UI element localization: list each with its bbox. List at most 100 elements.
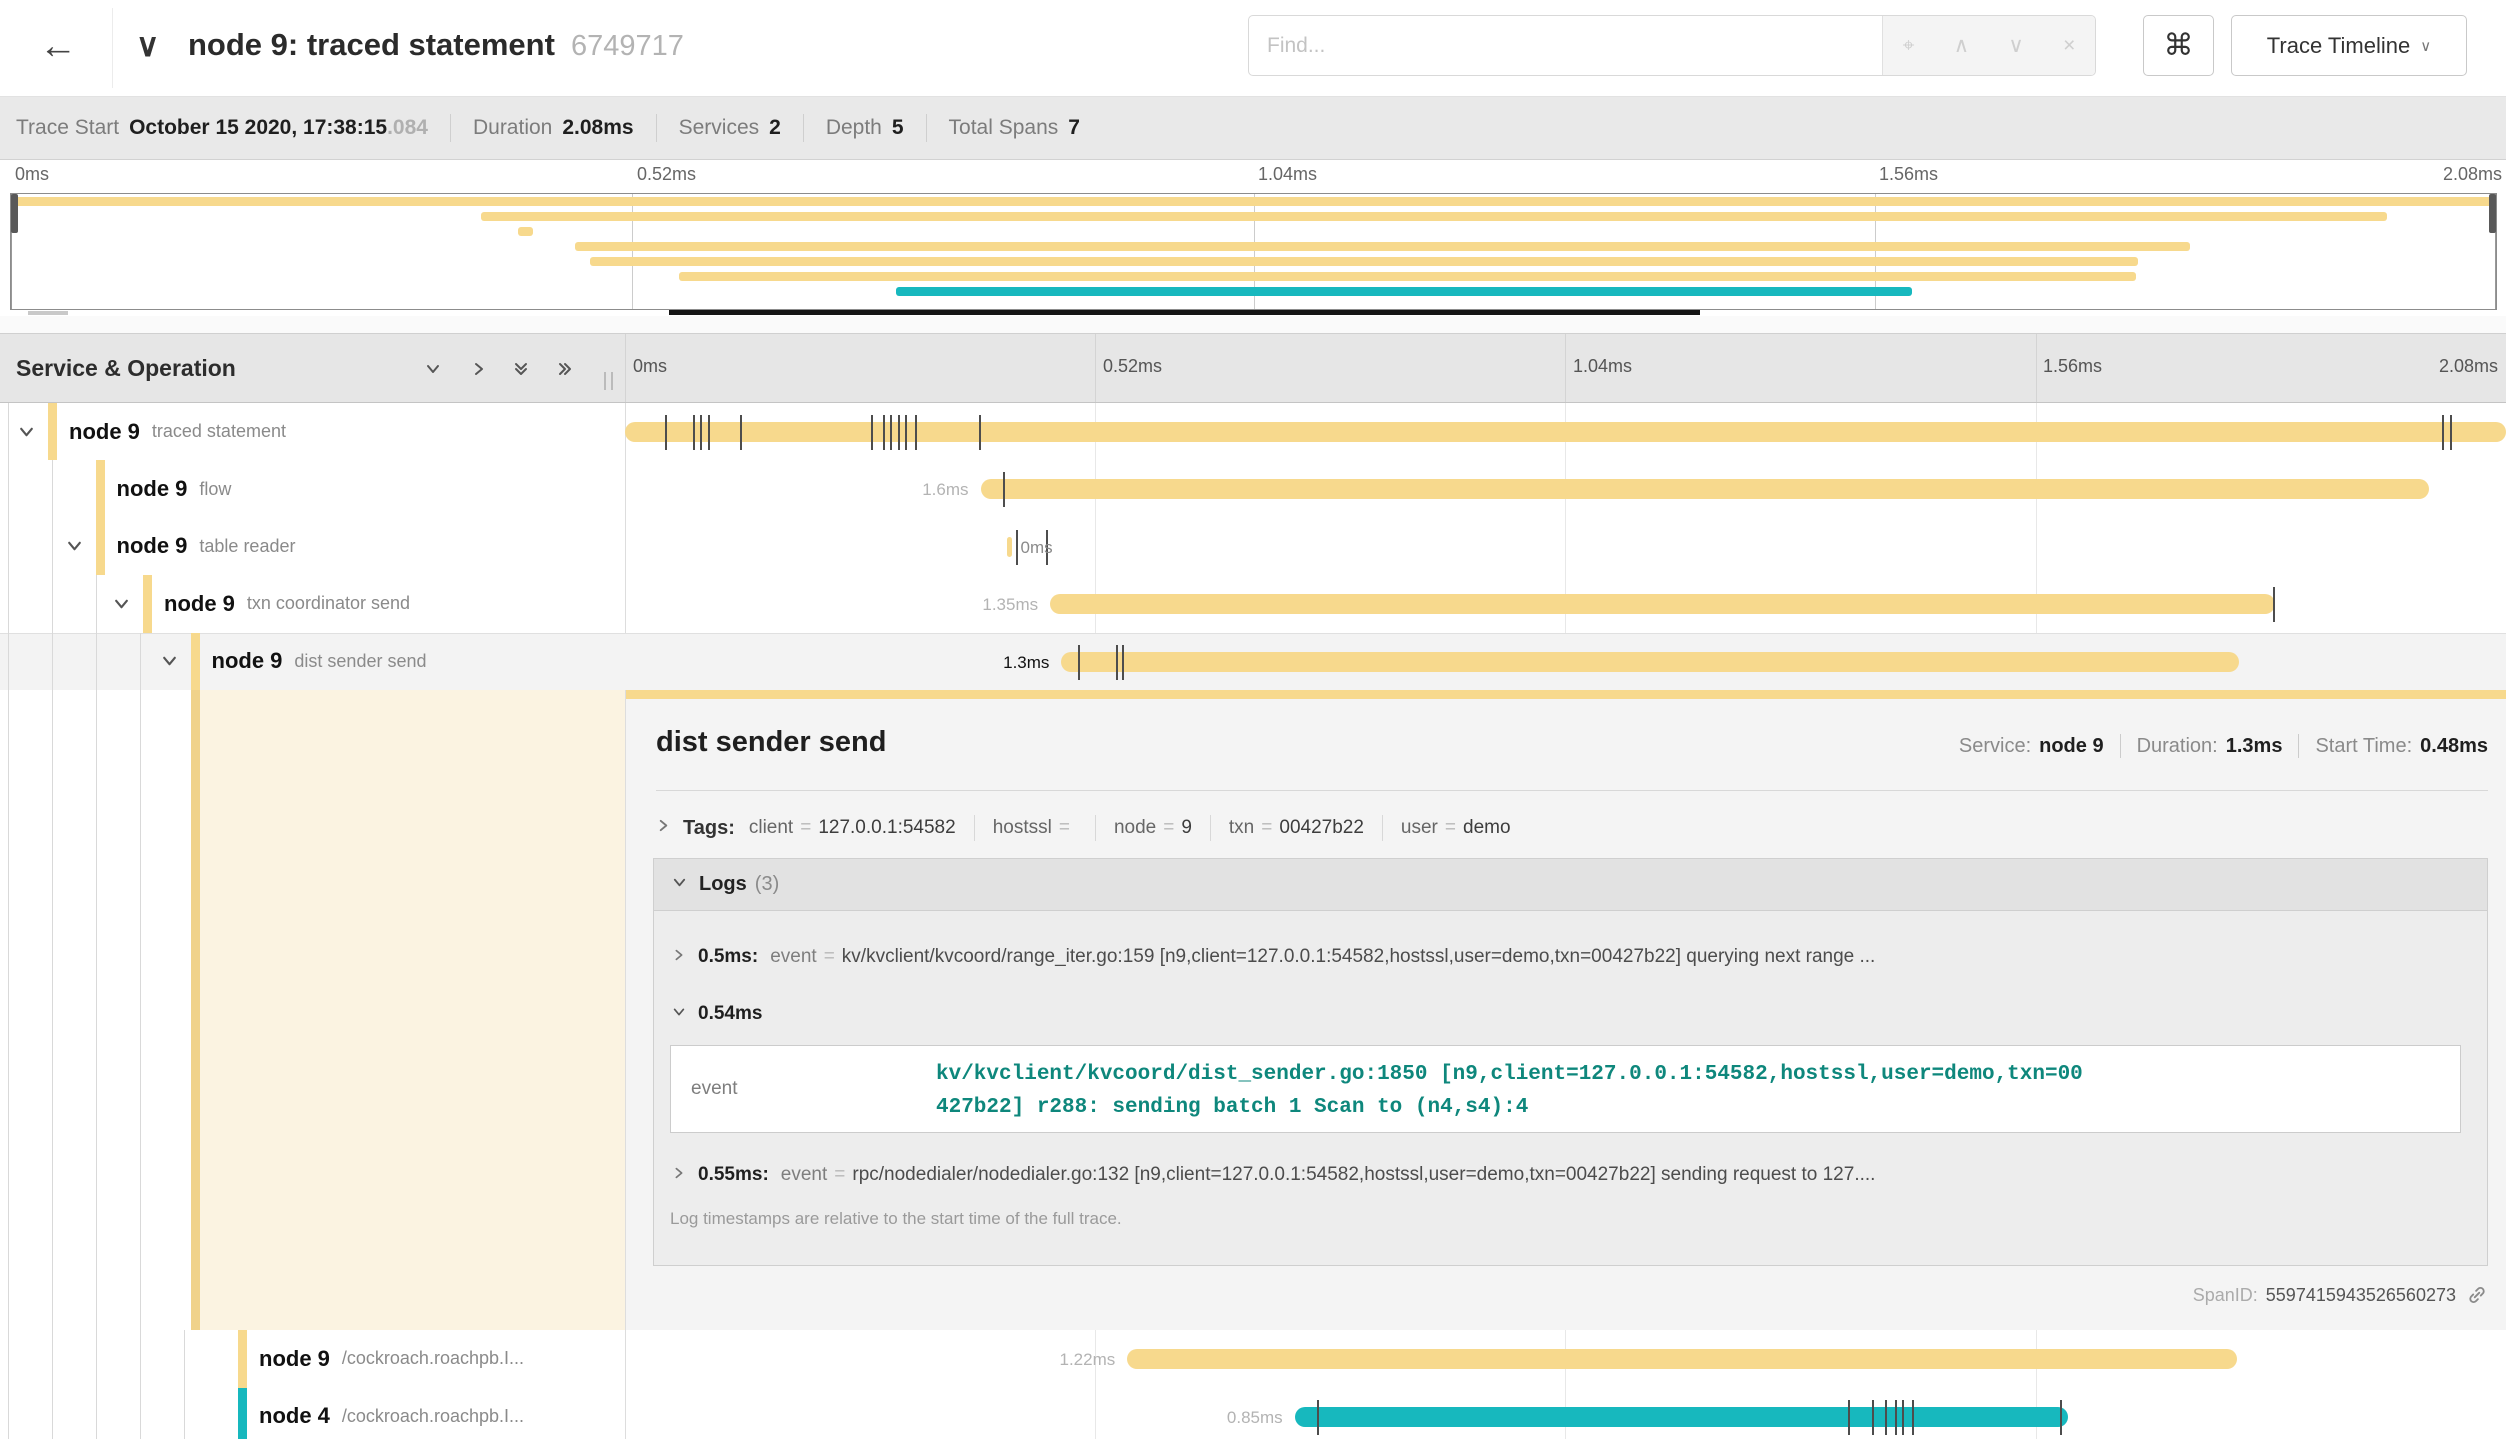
log-marker-tick [1848,1400,1850,1435]
span-name[interactable]: node 9flow [117,460,232,517]
timeline-tick-label: 2.08ms [2439,356,2498,377]
indent-guide [52,1388,53,1439]
span-name[interactable]: node 9dist sender send [212,633,427,690]
span-duration-label: 1.35ms [982,595,1038,615]
log-entry[interactable]: 0.5ms: event = kv/kvclient/kvcoord/range… [654,933,2487,981]
minimap-ruler: 0ms0.52ms1.04ms1.56ms2.08ms [0,160,2506,193]
tag-item: client=127.0.0.1:54582 [749,817,956,839]
span-name[interactable]: node 4/cockroach.roachpb.I... [259,1388,524,1439]
span-color-bar [48,403,57,460]
indent-guide [8,575,9,632]
collapse-one-icon[interactable] [420,356,446,382]
indent-guide [52,518,53,575]
span-color-bar [96,518,105,575]
back-button[interactable]: ← [26,14,90,78]
span-row: node 9txn coordinator send 1.35ms [0,575,2506,632]
log-marker-tick [1003,472,1005,507]
prev-match-icon[interactable]: ∧ [1954,33,1969,58]
span-duration-bar[interactable] [1127,1349,2237,1369]
log-field-value: kv/kvclient/kvcoord/dist_sender.go:1850 … [936,1058,2094,1124]
column-resize-grip[interactable] [604,372,613,390]
span-duration-label: 1.22ms [1059,1350,1115,1370]
keyboard-shortcuts-button[interactable]: ⌘ [2143,15,2214,76]
span-duration-label: 1.6ms [922,480,968,500]
expand-one-icon[interactable] [466,356,492,382]
span-name[interactable]: node 9table reader [117,518,296,575]
span-name[interactable]: node 9traced statement [69,403,286,460]
chevron-down-icon: ∨ [2420,37,2431,55]
logs-count: (3) [755,873,779,896]
trace-timeline-page: ← ∨ node 9: traced statement6749717 ⌖ ∧ … [0,0,2506,1439]
chevron-down-icon [672,875,687,895]
log-marker-tick [2450,415,2452,450]
indent-guide [96,575,97,632]
span-name[interactable]: node 9/cockroach.roachpb.I... [259,1330,524,1388]
log-entry-expanded-header[interactable]: 0.54ms [654,993,2487,1035]
expand-all-icon[interactable] [552,356,578,382]
detail-span-meta: Service:node 9 Duration:1.3ms Start Time… [1959,734,2488,758]
span-collapse-chevron-icon[interactable] [66,538,83,555]
page-title: node 9: traced statement6749717 [188,27,684,63]
log-marker-tick [1317,1400,1319,1435]
tag-item: user=demo [1401,817,1511,839]
span-color-bar [238,1330,247,1388]
span-name[interactable]: node 9txn coordinator send [164,575,410,632]
indent-guide [96,1388,97,1439]
clear-find-icon[interactable]: × [2063,34,2075,58]
trace-collapse-chevron-icon[interactable]: ∨ [136,26,159,64]
minimap-span-bar [896,287,1912,296]
indent-guide [52,575,53,632]
indent-guide [8,518,9,575]
indent-guide [52,633,53,690]
chevron-right-icon [672,1164,686,1186]
tags-row[interactable]: Tags: client=127.0.0.1:54582hostssl=node… [656,806,2488,850]
span-duration-bar[interactable] [981,479,2429,499]
trace-start: Trace StartOctober 15 2020, 17:38:15.084 [16,116,428,140]
right-scrubber-handle[interactable] [2489,194,2496,233]
span-row: node 9dist sender send1.3ms [0,633,2506,690]
span-color-bar [143,575,152,632]
link-icon[interactable] [2466,1284,2488,1306]
indent-guide [52,1330,53,1388]
log-marker-tick [1895,1400,1897,1435]
span-duration-bar[interactable] [1050,594,2275,614]
span-collapse-chevron-icon[interactable] [113,595,130,612]
span-duration-bar[interactable] [1295,1407,2068,1427]
minimap-tick-label: 0.52ms [637,164,696,185]
minimap-viewport-bar[interactable] [669,310,1700,315]
timeline-tick-label: 0ms [633,356,667,377]
service-operation-header: Service & Operation [16,334,236,402]
collapse-all-icon[interactable] [508,356,534,382]
log-field-key: event [691,1078,737,1100]
span-id-row: SpanID: 5597415943526560273 [2193,1284,2488,1306]
log-marker-tick [665,415,667,450]
logs-section: Logs (3) 0.5ms: event = kv/kvclient/kvco… [653,858,2488,1266]
view-selector-button[interactable]: Trace Timeline ∨ [2231,15,2467,76]
logs-header[interactable]: Logs (3) [654,859,2487,911]
indent-guide [8,633,9,690]
find-bar: ⌖ ∧ ∨ × [1248,15,2096,76]
log-marker-tick [1016,530,1018,565]
span-color-bar [238,1388,247,1439]
log-marker-tick [915,415,917,450]
minimap-tick-label: 1.04ms [1258,164,1317,185]
log-marker-tick [883,415,885,450]
span-row: node 4/cockroach.roachpb.I... 0.85ms [0,1388,2506,1439]
trace-id: 6749717 [571,30,684,62]
span-row: node 9/cockroach.roachpb.I... 1.22ms [0,1330,2506,1388]
trace-services: Services2 [679,116,781,140]
timeline-minimap[interactable] [10,193,2497,310]
span-duration-label: 0.85ms [1227,1408,1283,1428]
match-locate-icon[interactable]: ⌖ [1903,34,1915,58]
span-collapse-chevron-icon[interactable] [161,653,178,670]
find-input[interactable] [1249,16,1882,75]
next-match-icon[interactable]: ∨ [2008,33,2023,58]
tag-item: hostssl= [993,817,1077,839]
log-marker-tick [1902,1400,1904,1435]
left-scrubber-handle[interactable] [11,194,18,233]
log-entry[interactable]: 0.55ms: event = rpc/nodedialer/nodediale… [654,1151,2487,1199]
span-duration-bar[interactable] [1007,537,1013,557]
span-collapse-chevron-icon[interactable] [18,423,35,440]
span-duration-bar[interactable] [1061,652,2239,672]
log-event-detail: event kv/kvclient/kvcoord/dist_sender.go… [670,1045,2461,1133]
